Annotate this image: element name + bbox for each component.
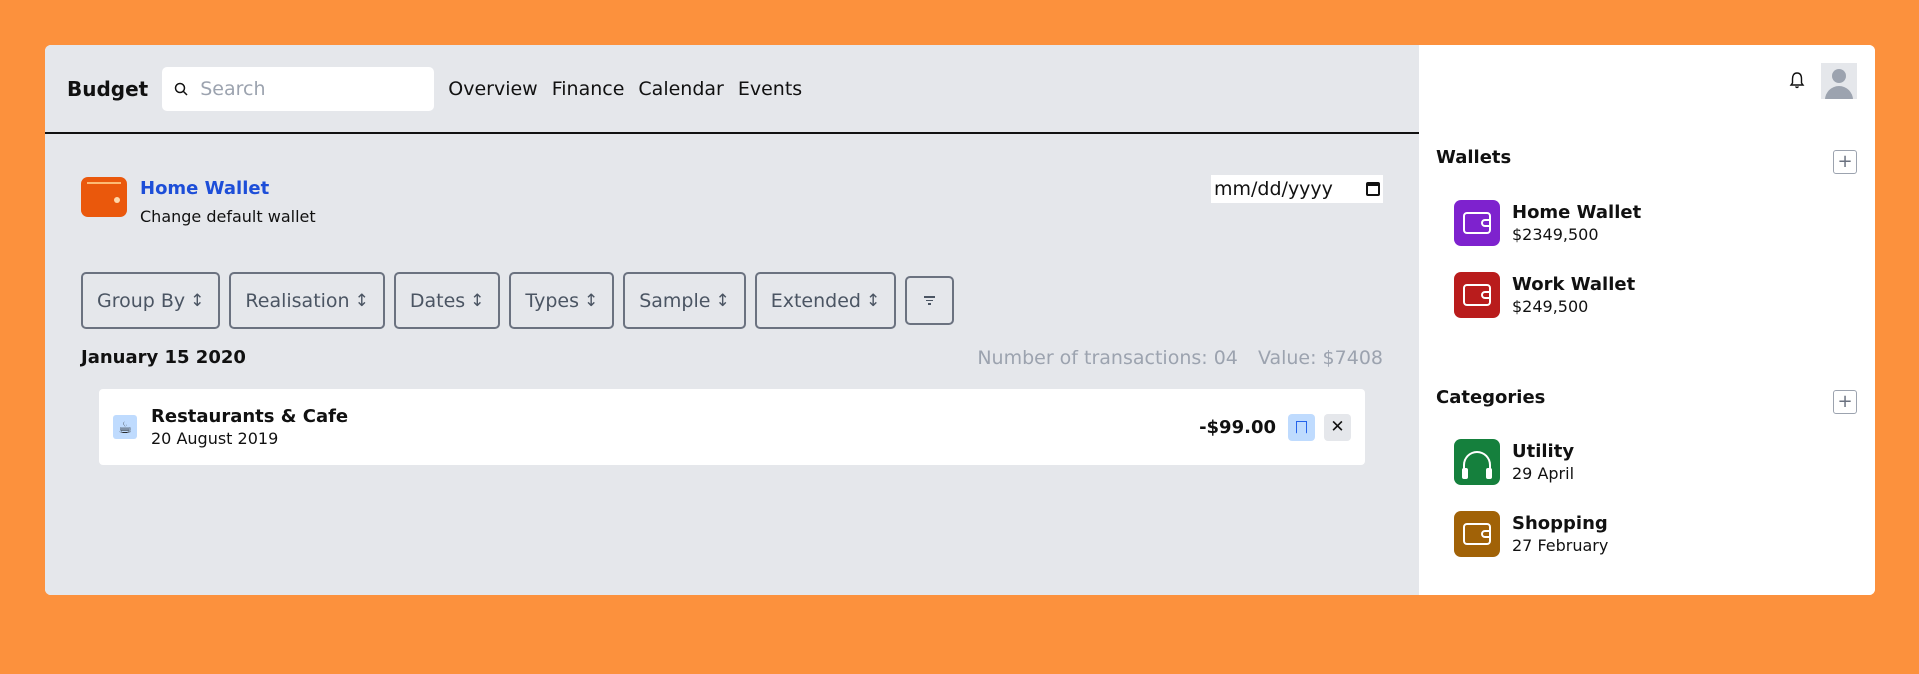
date-picker[interactable]: mm/dd/yyyy: [1211, 175, 1383, 203]
category-name: Shopping: [1512, 513, 1608, 534]
category-item-shopping[interactable]: Shopping 27 February: [1454, 511, 1608, 557]
plus-icon: +: [1837, 151, 1853, 172]
wallet-icon: [81, 177, 127, 217]
filter-realisation[interactable]: Realisation ↕: [229, 272, 385, 329]
filter-sample[interactable]: Sample ↕: [623, 272, 746, 329]
transaction-value: Value: $7408: [1257, 347, 1383, 369]
close-icon: ✕: [1330, 417, 1345, 437]
wallets-heading: Wallets: [1436, 147, 1512, 168]
sort-arrows-icon: ↕: [190, 290, 205, 311]
sort-arrows-icon: ↕: [865, 290, 881, 311]
filter-label: Realisation: [245, 289, 350, 312]
nav-calendar[interactable]: Calendar: [638, 78, 723, 100]
search-box[interactable]: [162, 66, 435, 111]
headphones-icon: [1454, 439, 1500, 485]
plus-icon: +: [1837, 391, 1853, 412]
day-summary: Number of transactions: 04 Value: $7408: [963, 347, 1383, 369]
category-date: 27 February: [1512, 536, 1609, 555]
bookmark-icon: [1296, 420, 1307, 434]
change-wallet-link[interactable]: Change default wallet: [140, 207, 316, 226]
nav-events[interactable]: Events: [738, 78, 802, 100]
add-wallet-button[interactable]: +: [1833, 150, 1857, 174]
sort-arrows-icon: ↕: [354, 290, 369, 311]
filter-label: Types: [525, 289, 579, 312]
app-card: Budget Overview Finance Calendar Events …: [45, 45, 1875, 595]
wallet-title-link[interactable]: Home Wallet: [140, 178, 316, 199]
categories-heading: Categories: [1436, 387, 1546, 408]
wallet-icon: [1454, 272, 1500, 318]
transaction-row[interactable]: ☕ Restaurants & Cafe 20 August 2019 -$99…: [99, 389, 1365, 465]
transaction-date: 20 August 2019: [151, 429, 279, 448]
main-panel: Budget Overview Finance Calendar Events …: [45, 45, 1419, 595]
filter-label: Sample: [639, 289, 711, 312]
filter-icon: [924, 296, 936, 305]
transaction-count: Number of transactions: 04: [977, 347, 1238, 369]
filter-label: Dates: [409, 289, 466, 312]
bell-icon[interactable]: [1789, 71, 1805, 94]
filter-label: Group By: [97, 289, 186, 312]
sort-arrows-icon: ↕: [715, 290, 730, 311]
nav-overview[interactable]: Overview: [448, 78, 537, 100]
filter-label: Extended: [770, 289, 861, 312]
transaction-amount: -$99.00: [1199, 416, 1276, 438]
avatar[interactable]: [1821, 63, 1857, 99]
close-button[interactable]: ✕: [1324, 413, 1351, 441]
sort-arrows-icon: ↕: [583, 290, 599, 311]
filter-dates[interactable]: Dates ↕: [393, 272, 501, 329]
wallet-value: $2349,500: [1512, 225, 1599, 244]
add-category-button[interactable]: +: [1833, 390, 1857, 414]
wallet-icon: [1454, 511, 1500, 557]
search-input[interactable]: [198, 76, 423, 101]
top-bar: Budget Overview Finance Calendar Events: [45, 45, 1419, 134]
wallet-name: Work Wallet: [1512, 274, 1636, 295]
category-date: 29 April: [1512, 464, 1575, 483]
filter-button[interactable]: [905, 276, 955, 325]
filter-extended[interactable]: Extended ↕: [754, 272, 897, 329]
calendar-icon[interactable]: [1366, 182, 1380, 196]
date-placeholder: mm/dd/yyyy: [1214, 178, 1333, 200]
coffee-cup-icon: ☕: [113, 415, 137, 439]
category-name: Utility: [1512, 441, 1575, 462]
filter-types[interactable]: Types ↕: [509, 272, 615, 329]
wallet-icon: [1454, 200, 1500, 246]
search-icon: [175, 82, 188, 96]
wallet-name: Home Wallet: [1512, 202, 1642, 223]
wallet-item-work[interactable]: Work Wallet $249,500: [1454, 272, 1635, 318]
transaction-title: Restaurants & Cafe: [151, 406, 349, 427]
brand-title: Budget: [67, 76, 149, 101]
bookmark-button[interactable]: [1288, 413, 1315, 441]
category-item-utility[interactable]: Utility 29 April: [1454, 439, 1574, 485]
wallet-value: $249,500: [1512, 297, 1589, 316]
filter-group-by[interactable]: Group By ↕: [81, 272, 221, 329]
sort-arrows-icon: ↕: [470, 290, 485, 311]
wallet-item-home[interactable]: Home Wallet $2349,500: [1454, 200, 1641, 246]
main-nav: Overview Finance Calendar Events: [448, 78, 816, 100]
right-sidebar: Wallets + Home Wallet $2349,500 Work Wal…: [1419, 45, 1875, 595]
default-wallet: Home Wallet Change default wallet: [81, 175, 316, 226]
filter-bar: Group By ↕ Realisation ↕ Dates ↕ Types ↕ Sam…: [81, 272, 963, 329]
day-heading: January 15 2020: [81, 347, 246, 368]
nav-finance[interactable]: Finance: [552, 78, 625, 100]
